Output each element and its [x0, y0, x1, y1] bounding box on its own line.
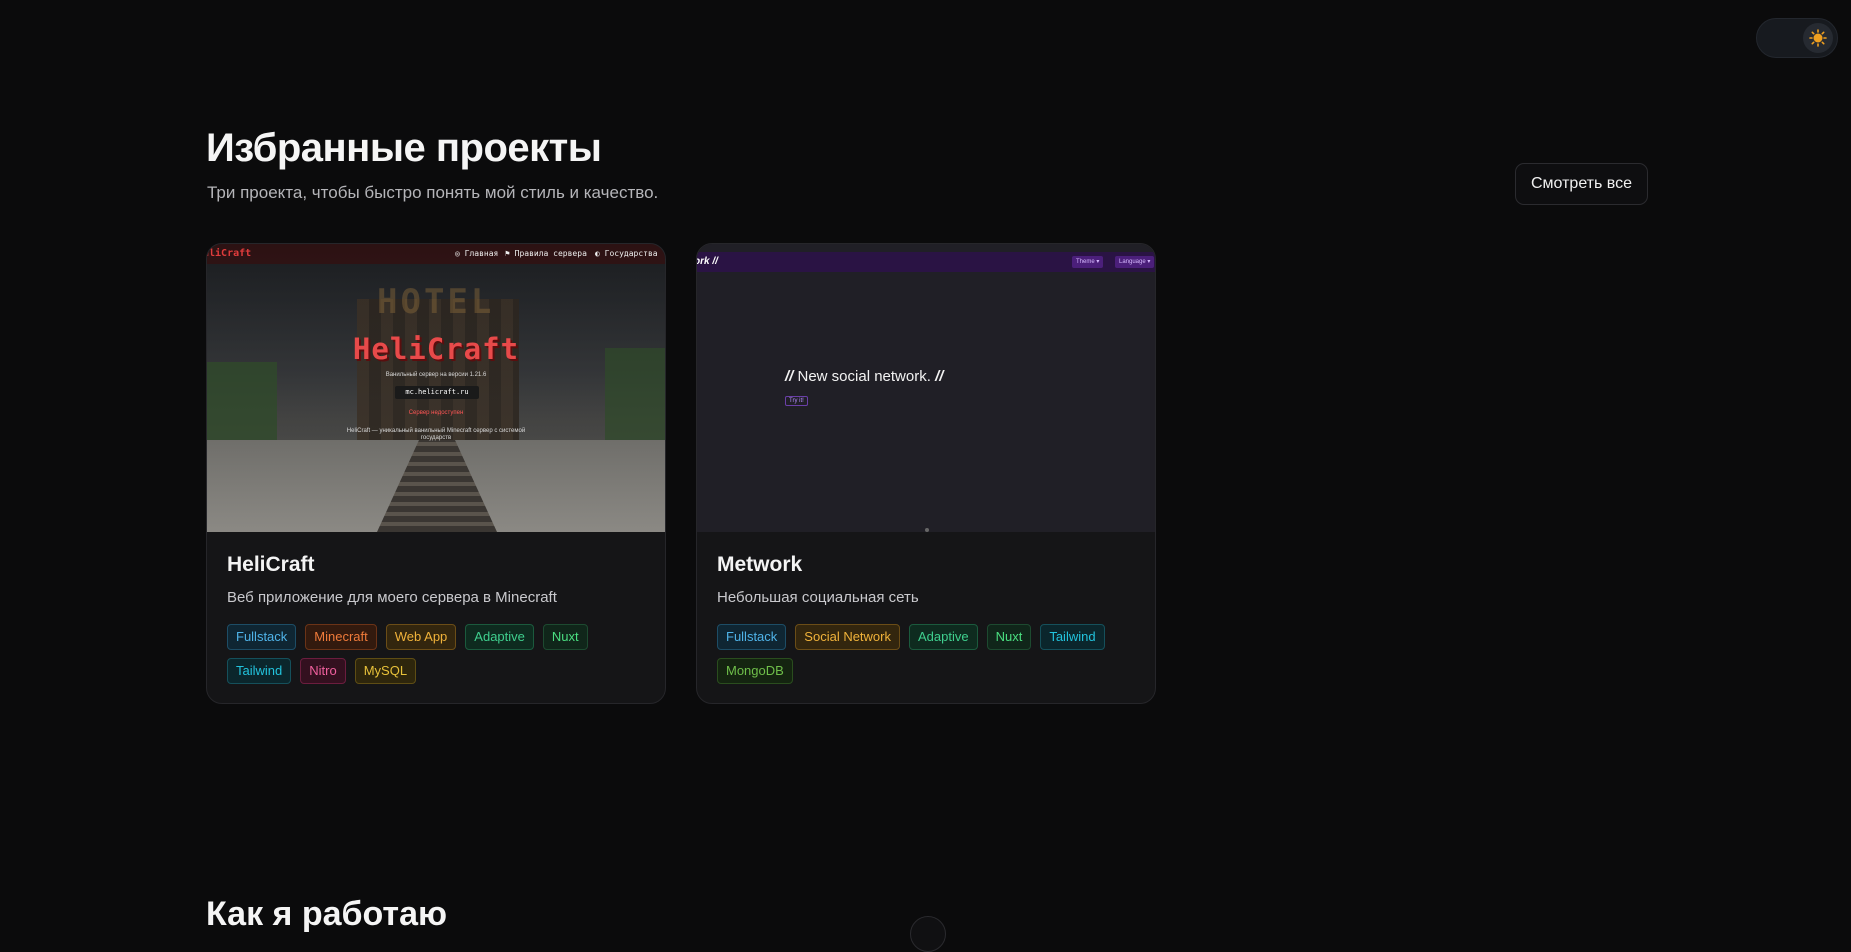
tag: Nuxt: [986, 624, 1032, 650]
tag: Tailwind: [227, 658, 292, 684]
preview-headline-text: New social network.: [793, 368, 936, 385]
project-card-metwork[interactable]: ork // Theme ▾ Language ▾ // New social …: [696, 243, 1156, 704]
tag-list: Fullstack Minecraft Web App Adaptive Nux…: [227, 624, 645, 684]
preview-billboard: HOTEL: [377, 282, 495, 322]
preview-logo: eliCraft: [207, 248, 252, 259]
preview-footer-text: государств: [420, 435, 452, 441]
preview-nav-item: ◎ Главная: [455, 249, 499, 258]
project-title: HeliCraft: [227, 553, 315, 576]
theme-knob[interactable]: [1803, 23, 1833, 53]
tag: Tailwind: [1040, 624, 1105, 650]
preview-hero-title: HeliCraft: [352, 332, 520, 366]
section-subtitle: Три проекта, чтобы быстро понять мой сти…: [207, 183, 659, 202]
scroll-hint-button[interactable]: [910, 916, 946, 952]
preview-footer-text: HeliCraft — уникальный ванильный Minecra…: [346, 428, 526, 434]
preview-hero-subtitle: Ванильный сервер на версии 1.21.6: [385, 372, 487, 378]
preview-logo: ork //: [697, 256, 718, 267]
tag: Nitro: [300, 658, 346, 684]
project-title: Metwork: [717, 553, 803, 576]
next-section-title: Как я работаю: [206, 895, 448, 933]
project-card-helicraft[interactable]: HOTEL eliCraft ◎ Главная ⚑ Правила серве…: [206, 243, 666, 704]
preview-headline-slash: //: [935, 368, 944, 385]
theme-toggle[interactable]: [1756, 18, 1838, 58]
tag: Fullstack: [717, 624, 787, 650]
tag: MongoDB: [717, 658, 793, 684]
tag: Web App: [385, 624, 457, 650]
preview-language-button: Language ▾: [1115, 256, 1155, 268]
tag: Adaptive: [909, 624, 978, 650]
tag: Social Network: [795, 624, 900, 650]
sun-icon: [1809, 29, 1827, 47]
section-title: Избранные проекты: [206, 126, 602, 170]
preview-server-ip: mc.helicraft.ru: [395, 386, 479, 399]
view-all-button[interactable]: Смотреть все: [1515, 163, 1648, 205]
preview-navbar: ork // Theme ▾ Language ▾: [697, 252, 1155, 272]
tag: Fullstack: [227, 624, 297, 650]
tag: Minecraft: [305, 624, 377, 650]
preview-background: [697, 244, 1155, 532]
tag-list: Fullstack Social Network Adaptive Nuxt T…: [717, 624, 1135, 684]
preview-navbar: eliCraft ◎ Главная ⚑ Правила сервера ◐ Г…: [207, 244, 665, 264]
tag: Nuxt: [542, 624, 588, 650]
preview-try-button: Try it!: [785, 396, 808, 406]
project-description: Небольшая социальная сеть: [717, 589, 919, 606]
project-preview-image[interactable]: ork // Theme ▾ Language ▾ // New social …: [697, 244, 1155, 532]
preview-theme-button: Theme ▾: [1072, 256, 1104, 268]
tag: MySQL: [354, 658, 417, 684]
preview-scroll-dot: [925, 528, 929, 532]
preview-headline: // New social network. //: [785, 368, 943, 385]
preview-server-status: Сервер недоступен: [408, 410, 464, 416]
project-preview-image[interactable]: HOTEL eliCraft ◎ Главная ⚑ Правила серве…: [207, 244, 665, 532]
preview-nav-item: ◐ Государства: [595, 249, 658, 258]
preview-nav-item: ⚑ Правила сервера: [505, 249, 587, 258]
project-description: Веб приложение для моего сервера в Minec…: [227, 589, 557, 606]
tag: Adaptive: [465, 624, 534, 650]
